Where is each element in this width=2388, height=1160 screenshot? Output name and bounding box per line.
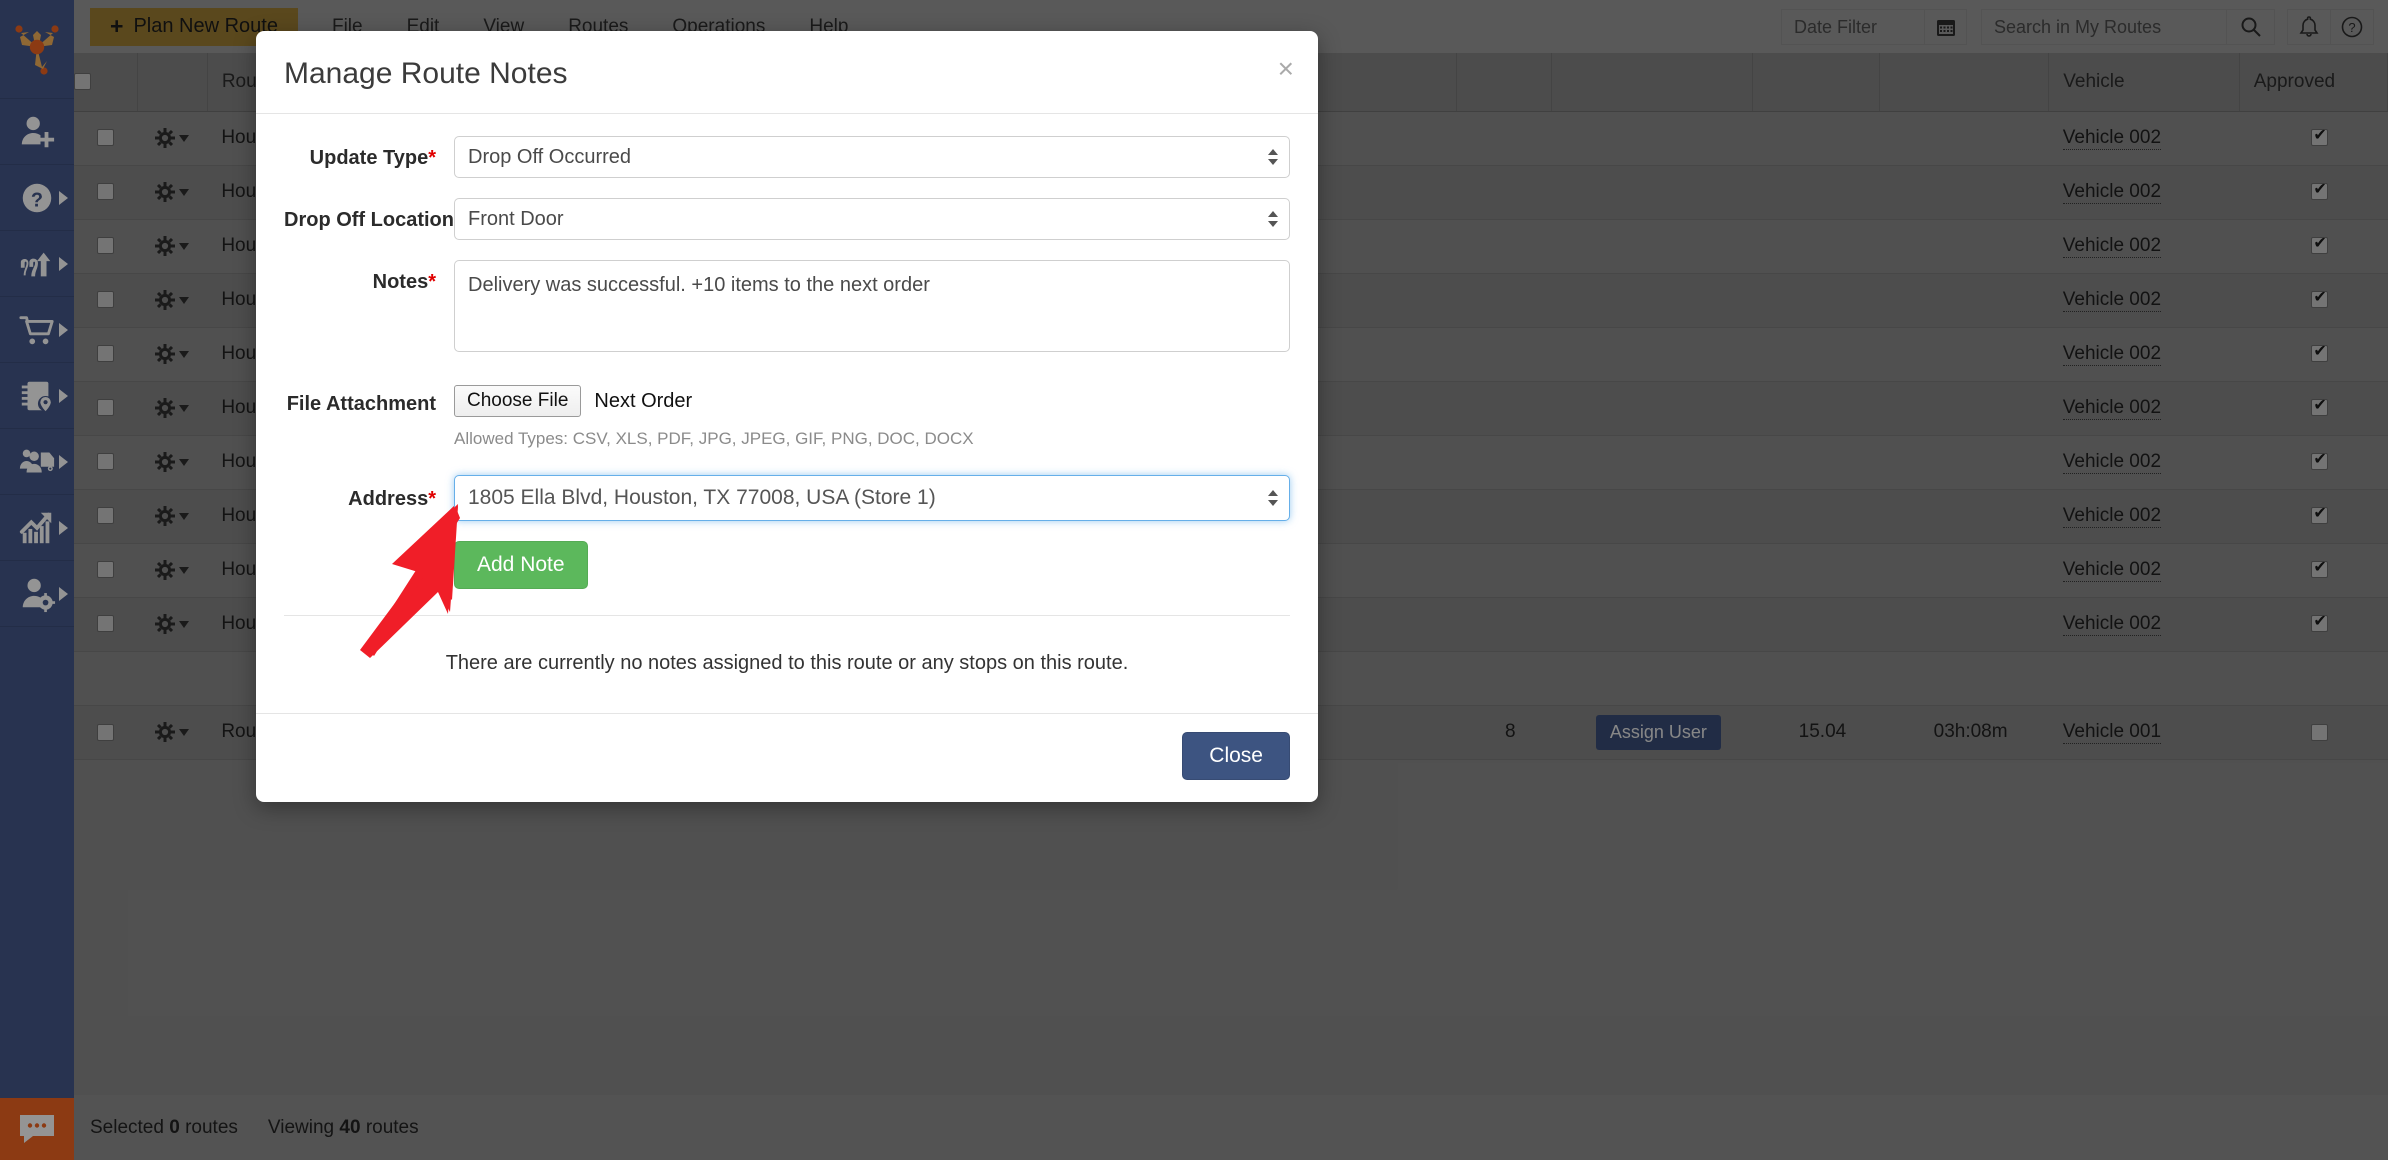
drop-off-location-label: Drop Off Location*: [284, 198, 462, 232]
address-label-text: Address: [348, 488, 429, 510]
close-icon[interactable]: ×: [1278, 55, 1294, 83]
update-type-select[interactable]: Drop Off Occurred: [454, 136, 1290, 178]
application-window: ? + Plan New Route File Edit View Routes…: [0, 0, 2388, 1160]
update-type-select-wrap: Drop Off Occurred: [454, 136, 1290, 178]
select-spinner-icon: [1268, 149, 1278, 165]
notes-label: Notes*: [284, 260, 454, 294]
address-row: Address* 1805 Ella Blvd, Houston, TX 770…: [284, 475, 1290, 521]
dialog-footer: Close: [256, 713, 1318, 802]
choose-file-button[interactable]: Choose File: [454, 385, 582, 417]
required-asterisk: *: [428, 147, 436, 169]
file-attachment-label: File Attachment: [286, 393, 436, 415]
add-note-row: Add Note: [284, 541, 1290, 589]
selected-file-name: Next Order: [594, 389, 693, 412]
update-type-row: Update Type* Drop Off Occurred: [284, 136, 1290, 178]
dialog-body: Update Type* Drop Off Occurred Drop Off …: [256, 114, 1318, 713]
required-asterisk: *: [428, 271, 436, 293]
empty-notes-message: There are currently no notes assigned to…: [284, 615, 1290, 705]
drop-off-location-select[interactable]: Front Door: [454, 198, 1290, 240]
drop-off-location-row: Drop Off Location* Front Door: [284, 198, 1290, 240]
select-spinner-icon: [1268, 211, 1278, 227]
close-button[interactable]: Close: [1182, 732, 1290, 780]
drop-off-location-label-text: Drop Off Location: [284, 209, 454, 231]
address-label: Address*: [284, 475, 454, 511]
file-input-line: Choose File Next Order: [454, 377, 1290, 417]
dialog-title: Manage Route Notes: [284, 57, 568, 90]
update-type-label-text: Update Type: [309, 147, 429, 169]
add-note-button[interactable]: Add Note: [454, 541, 588, 589]
address-select[interactable]: 1805 Ella Blvd, Houston, TX 77008, USA (…: [454, 475, 1290, 521]
update-type-label: Update Type*: [284, 136, 454, 170]
notes-row: Notes*: [284, 260, 1290, 357]
notes-textarea[interactable]: [454, 260, 1290, 352]
notes-label-text: Notes: [372, 271, 429, 293]
required-asterisk: *: [428, 488, 436, 510]
drop-off-location-select-wrap: Front Door: [454, 198, 1290, 240]
allowed-types-hint: Allowed Types: CSV, XLS, PDF, JPG, JPEG,…: [454, 429, 974, 448]
address-select-wrap: 1805 Ella Blvd, Houston, TX 77008, USA (…: [454, 475, 1290, 521]
file-attachment-row: File Attachment Choose File Next Order A…: [284, 377, 1290, 449]
dialog-header: Manage Route Notes ×: [256, 31, 1318, 114]
select-spinner-icon: [1268, 490, 1278, 506]
manage-route-notes-dialog: Manage Route Notes × Update Type* Drop O…: [256, 31, 1318, 802]
